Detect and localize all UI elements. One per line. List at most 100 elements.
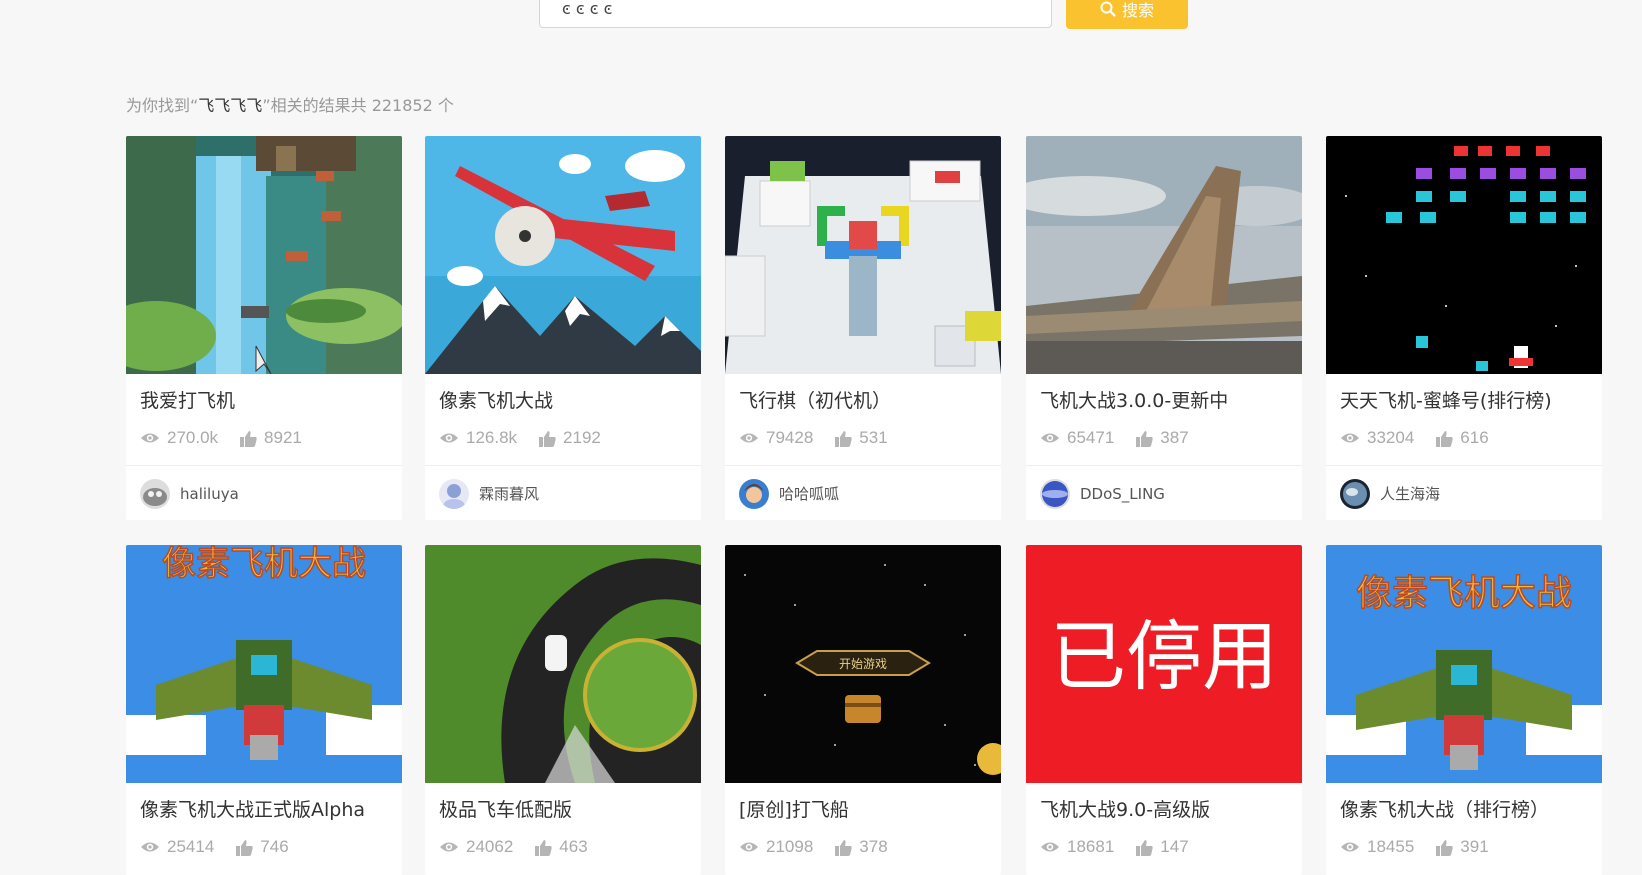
thumbs-up-icon xyxy=(1436,839,1453,856)
game-stats: 18681 147 xyxy=(1026,835,1302,859)
summary-keyword: 飞飞飞飞 xyxy=(198,96,263,115)
eye-icon xyxy=(141,433,159,443)
game-thumbnail[interactable]: 已停用 xyxy=(1026,545,1302,783)
like-count: 463 xyxy=(559,837,588,856)
disabled-thumbnail: 已停用 xyxy=(1026,545,1302,783)
author-row[interactable]: haliluya xyxy=(126,466,402,520)
view-count: 270.0k xyxy=(167,428,219,447)
view-count: 33204 xyxy=(1367,428,1415,447)
eye-icon xyxy=(1041,842,1059,852)
eye-icon xyxy=(740,433,758,443)
game-title[interactable]: 飞行棋（初代机） xyxy=(725,388,1001,414)
game-stats: 24062 463 xyxy=(425,835,701,859)
author-row[interactable]: 人生海海 xyxy=(1326,466,1602,520)
game-card[interactable]: 我爱打飞机 270.0k 8921 haliluya xyxy=(126,136,402,520)
game-title[interactable]: 像素飞机大战 xyxy=(425,388,701,414)
game-title[interactable]: 我爱打飞机 xyxy=(126,388,402,414)
game-card[interactable]: 像素飞机大战 像素飞机大战（排行榜） 18455 391 xyxy=(1326,545,1602,875)
view-count: 65471 xyxy=(1067,428,1115,447)
avatar[interactable] xyxy=(739,478,769,509)
game-stats: 25414 746 xyxy=(126,835,402,859)
eye-icon xyxy=(141,842,159,852)
starfield-thumbnail: 开始游戏 xyxy=(725,545,1001,783)
like-count: 387 xyxy=(1160,428,1189,447)
game-title[interactable]: 像素飞机大战正式版Alpha xyxy=(126,797,402,823)
like-count: 2192 xyxy=(563,428,601,447)
thumbs-up-icon xyxy=(240,430,257,447)
game-stats: 18455 391 xyxy=(1326,835,1602,859)
game-thumbnail[interactable]: 像素飞机大战 xyxy=(126,545,402,783)
game-title[interactable]: 飞机大战9.0-高级版 xyxy=(1026,797,1302,823)
search-input[interactable] xyxy=(539,0,1052,28)
avatar[interactable] xyxy=(1040,478,1070,509)
avatar[interactable] xyxy=(140,478,170,509)
view-count: 21098 xyxy=(766,837,814,856)
game-card[interactable]: 天天飞机-蜜蜂号(排行榜) 33204 616 人生海海 xyxy=(1326,136,1602,520)
eye-icon xyxy=(440,433,458,443)
game-card[interactable]: 像素飞机大战 126.8k 2192 霖雨暮风 xyxy=(425,136,701,520)
space-invaders-thumbnail xyxy=(1326,136,1602,374)
game-title[interactable]: 像素飞机大战（排行榜） xyxy=(1326,797,1602,823)
game-thumbnail[interactable] xyxy=(126,136,402,374)
thumbs-up-icon xyxy=(1436,430,1453,447)
game-title[interactable]: 飞机大战3.0.0-更新中 xyxy=(1026,388,1302,414)
game-card[interactable]: 已停用 飞机大战9.0-高级版 18681 147 xyxy=(1026,545,1302,875)
avatar[interactable] xyxy=(439,478,469,509)
banner-text: 像素飞机大战 xyxy=(162,545,366,584)
red-biplane-thumbnail xyxy=(425,136,701,374)
like-count: 8921 xyxy=(264,428,302,447)
like-count: 147 xyxy=(1160,837,1189,856)
avatar[interactable] xyxy=(1340,478,1370,509)
search-button[interactable]: 搜索 xyxy=(1066,0,1188,29)
like-count: 391 xyxy=(1460,837,1489,856)
author-name[interactable]: haliluya xyxy=(180,485,239,503)
game-thumbnail[interactable] xyxy=(1026,136,1302,374)
game-card[interactable]: 飞行棋（初代机） 79428 531 哈哈呱呱 xyxy=(725,136,1001,520)
view-count: 18681 xyxy=(1067,837,1115,856)
thumbs-up-icon xyxy=(539,430,556,447)
thumbs-up-icon xyxy=(835,839,852,856)
game-thumbnail[interactable] xyxy=(425,545,701,783)
game-card[interactable]: 像素飞机大战 像素飞机大战正式版Alpha 25414 746 xyxy=(126,545,402,875)
game-card[interactable]: 极品飞车低配版 24062 463 xyxy=(425,545,701,875)
thumbs-up-icon xyxy=(835,430,852,447)
game-thumbnail[interactable] xyxy=(425,136,701,374)
game-title[interactable]: 极品飞车低配版 xyxy=(425,797,701,823)
eye-icon xyxy=(740,842,758,852)
pixel-plane-thumbnail: 像素飞机大战 xyxy=(126,545,402,783)
author-name[interactable]: DDoS_LING xyxy=(1080,485,1165,503)
author-name[interactable]: 哈哈呱呱 xyxy=(779,483,839,504)
search-icon xyxy=(1100,1,1116,17)
disabled-label: 已停用 xyxy=(1050,612,1278,701)
view-count: 24062 xyxy=(466,837,514,856)
game-card[interactable]: 开始游戏 [原创]打飞船 21098 378 xyxy=(725,545,1001,875)
search-button-label: 搜索 xyxy=(1121,0,1154,20)
game-title[interactable]: 天天飞机-蜜蜂号(排行榜) xyxy=(1326,388,1602,414)
author-row[interactable]: DDoS_LING xyxy=(1026,466,1302,520)
banner-text: 像素飞机大战 xyxy=(1356,573,1572,614)
author-row[interactable]: 霖雨暮风 xyxy=(425,466,701,520)
game-stats: 65471 387 xyxy=(1026,426,1302,450)
like-count: 378 xyxy=(859,837,888,856)
game-thumbnail[interactable] xyxy=(725,136,1001,374)
game-title[interactable]: [原创]打飞船 xyxy=(725,797,1001,823)
game-thumbnail[interactable]: 开始游戏 xyxy=(725,545,1001,783)
thumbs-up-icon xyxy=(236,839,253,856)
eye-icon xyxy=(1041,433,1059,443)
thumbs-up-icon xyxy=(1136,839,1153,856)
result-summary: 为你找到“飞飞飞飞”相关的结果共 221852 个 xyxy=(126,92,454,116)
fighter-jet-thumbnail xyxy=(1026,136,1302,374)
summary-suffix: ”相关的结果共 221852 个 xyxy=(262,96,454,115)
game-stats: 79428 531 xyxy=(725,426,1001,450)
pixel-plane-thumbnail: 像素飞机大战 xyxy=(1326,545,1602,783)
author-row[interactable]: 哈哈呱呱 xyxy=(725,466,1001,520)
game-thumbnail[interactable] xyxy=(1326,136,1602,374)
like-count: 531 xyxy=(859,428,888,447)
game-thumbnail[interactable]: 像素飞机大战 xyxy=(1326,545,1602,783)
thumbs-up-icon xyxy=(535,839,552,856)
eye-icon xyxy=(440,842,458,852)
like-count: 746 xyxy=(260,837,289,856)
author-name[interactable]: 人生海海 xyxy=(1380,483,1440,504)
game-card[interactable]: 飞机大战3.0.0-更新中 65471 387 DDoS_LING xyxy=(1026,136,1302,520)
author-name[interactable]: 霖雨暮风 xyxy=(479,483,539,504)
